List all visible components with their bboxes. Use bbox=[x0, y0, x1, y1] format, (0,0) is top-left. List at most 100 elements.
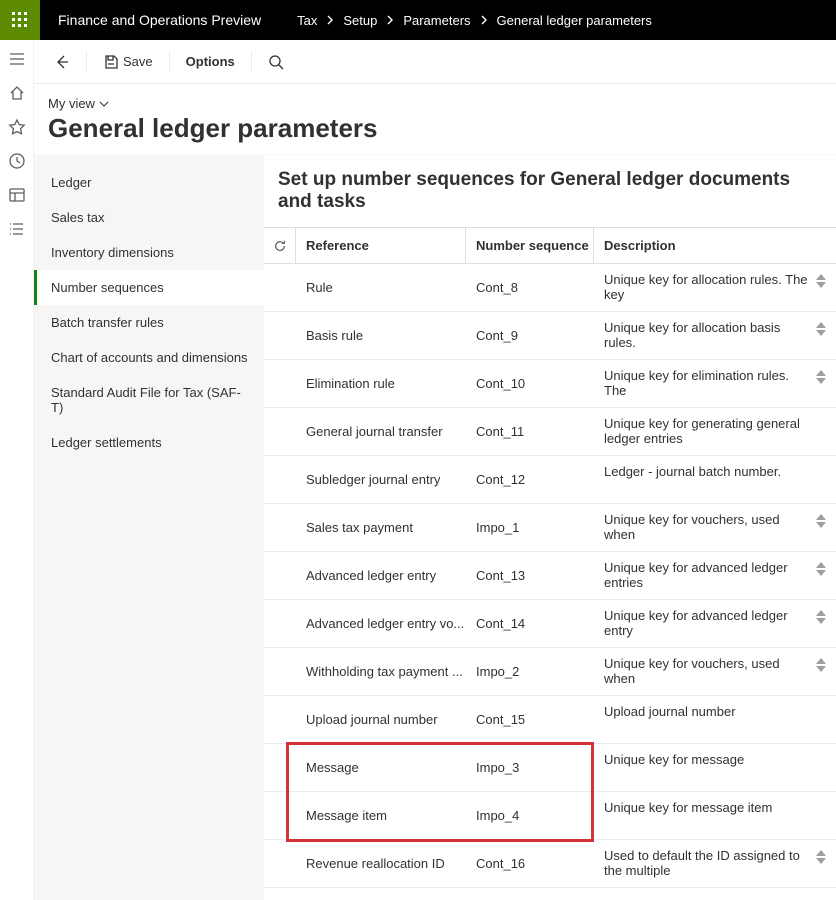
save-icon bbox=[103, 54, 119, 70]
cell-reference: Message item bbox=[296, 792, 466, 839]
table-row[interactable]: Withholding tax payment ...Impo_2Unique … bbox=[264, 648, 836, 696]
cell-number-sequence[interactable]: Impo_2 bbox=[466, 648, 594, 695]
page-title: General ledger parameters bbox=[48, 113, 822, 144]
sidebar-item[interactable]: Number sequences bbox=[34, 270, 264, 305]
row-selector-cell[interactable] bbox=[264, 264, 296, 311]
cell-number-sequence[interactable]: Cont_15 bbox=[466, 696, 594, 743]
refresh-icon bbox=[273, 239, 287, 253]
cell-reference: Advanced ledger entry vo... bbox=[296, 600, 466, 647]
cell-description: Unique key for advanced ledger entries bbox=[594, 552, 836, 599]
cell-number-sequence[interactable]: Cont_14 bbox=[466, 600, 594, 647]
table-row[interactable]: Elimination ruleCont_10Unique key for el… bbox=[264, 360, 836, 408]
chevron-right-icon bbox=[385, 15, 395, 25]
sidebar-item[interactable]: Ledger bbox=[34, 165, 264, 200]
scroll-spinner[interactable] bbox=[816, 320, 826, 336]
table-row[interactable]: Revenue reallocation IDCont_16Used to de… bbox=[264, 840, 836, 888]
app-launcher-button[interactable] bbox=[0, 0, 40, 40]
cell-number-sequence[interactable]: Cont_12 bbox=[466, 456, 594, 503]
row-selector-cell[interactable] bbox=[264, 792, 296, 839]
row-selector-cell[interactable] bbox=[264, 360, 296, 407]
row-selector-cell[interactable] bbox=[264, 456, 296, 503]
refresh-grid-button[interactable] bbox=[264, 228, 296, 263]
column-header-number-sequence[interactable]: Number sequence ... bbox=[466, 228, 594, 263]
save-button[interactable]: Save bbox=[97, 50, 159, 74]
table-row[interactable]: RuleCont_8Unique key for allocation rule… bbox=[264, 264, 836, 312]
scroll-spinner[interactable] bbox=[816, 272, 826, 288]
table-row[interactable]: Subledger journal entryCont_12Ledger - j… bbox=[264, 456, 836, 504]
scroll-spinner[interactable] bbox=[816, 368, 826, 384]
cell-number-sequence[interactable]: Cont_10 bbox=[466, 360, 594, 407]
table-row[interactable]: Basis ruleCont_9Unique key for allocatio… bbox=[264, 312, 836, 360]
chevron-down-icon bbox=[99, 99, 109, 109]
cell-number-sequence[interactable]: Impo_1 bbox=[466, 504, 594, 551]
row-selector-cell[interactable] bbox=[264, 696, 296, 743]
scroll-spinner[interactable] bbox=[816, 848, 826, 864]
scroll-spinner[interactable] bbox=[816, 512, 826, 528]
breadcrumb-item[interactable]: Parameters bbox=[403, 13, 470, 28]
row-selector-cell[interactable] bbox=[264, 312, 296, 359]
back-button[interactable] bbox=[48, 50, 76, 74]
view-picker[interactable]: My view bbox=[48, 96, 109, 111]
row-selector-cell[interactable] bbox=[264, 408, 296, 455]
grid-header: Reference Number sequence ... Descriptio… bbox=[264, 228, 836, 264]
breadcrumb-item[interactable]: Tax bbox=[297, 13, 317, 28]
cell-reference: Elimination rule bbox=[296, 360, 466, 407]
cell-number-sequence[interactable]: Cont_16 bbox=[466, 840, 594, 887]
sidebar-item[interactable]: Batch transfer rules bbox=[34, 305, 264, 340]
row-selector-cell[interactable] bbox=[264, 840, 296, 887]
breadcrumb-item[interactable]: General ledger parameters bbox=[497, 13, 652, 28]
row-selector-cell[interactable] bbox=[264, 504, 296, 551]
home-icon[interactable] bbox=[8, 84, 26, 102]
cell-number-sequence[interactable]: Cont_8 bbox=[466, 264, 594, 311]
action-toolbar: Save Options bbox=[34, 40, 836, 84]
breadcrumb: Tax Setup Parameters General ledger paramet… bbox=[279, 13, 652, 28]
cell-description: Upload journal number bbox=[594, 696, 836, 743]
cell-number-sequence[interactable]: Cont_9 bbox=[466, 312, 594, 359]
cell-number-sequence[interactable]: Cont_11 bbox=[466, 408, 594, 455]
sidebar-item[interactable]: Ledger settlements bbox=[34, 425, 264, 460]
scroll-spinner[interactable] bbox=[816, 560, 826, 576]
table-row[interactable]: MessageImpo_3Unique key for message bbox=[264, 744, 836, 792]
table-row[interactable]: Upload journal numberCont_15Upload journ… bbox=[264, 696, 836, 744]
clock-icon[interactable] bbox=[8, 152, 26, 170]
body-region: LedgerSales taxInventory dimensionsNumbe… bbox=[34, 154, 836, 900]
brand-label: Finance and Operations Preview bbox=[40, 12, 279, 28]
table-row[interactable]: General journal transferCont_11Unique ke… bbox=[264, 408, 836, 456]
cell-description: Unique key for generating general ledger… bbox=[594, 408, 836, 455]
list-icon[interactable] bbox=[8, 220, 26, 238]
star-icon[interactable] bbox=[8, 118, 26, 136]
scroll-spinner[interactable] bbox=[816, 608, 826, 624]
cell-reference: Rule bbox=[296, 264, 466, 311]
row-selector-cell[interactable] bbox=[264, 600, 296, 647]
sidebar-item[interactable]: Sales tax bbox=[34, 200, 264, 235]
sidebar-item[interactable]: Chart of accounts and dimensions bbox=[34, 340, 264, 375]
module-icon[interactable] bbox=[8, 186, 26, 204]
cell-number-sequence[interactable]: Impo_4 bbox=[466, 792, 594, 839]
options-button-label: Options bbox=[186, 54, 235, 69]
page-header: My view General ledger parameters bbox=[34, 84, 836, 154]
separator bbox=[251, 51, 252, 73]
cell-number-sequence[interactable]: Cont_13 bbox=[466, 552, 594, 599]
options-button[interactable]: Options bbox=[180, 50, 241, 73]
cell-description: Unique key for vouchers, used when bbox=[594, 504, 836, 551]
cell-reference: Upload journal number bbox=[296, 696, 466, 743]
column-header-reference[interactable]: Reference bbox=[296, 228, 466, 263]
breadcrumb-item[interactable]: Setup bbox=[343, 13, 377, 28]
sidebar-item[interactable]: Inventory dimensions bbox=[34, 235, 264, 270]
cell-description: Ledger - journal batch number. bbox=[594, 456, 836, 503]
cell-description: Unique key for advanced ledger entry bbox=[594, 600, 836, 647]
column-header-description[interactable]: Description bbox=[594, 228, 836, 263]
row-selector-cell[interactable] bbox=[264, 744, 296, 791]
table-row[interactable]: Sales tax paymentImpo_1Unique key for vo… bbox=[264, 504, 836, 552]
sidebar-item[interactable]: Standard Audit File for Tax (SAF-T) bbox=[34, 375, 264, 425]
table-row[interactable]: Message itemImpo_4Unique key for message… bbox=[264, 792, 836, 840]
row-selector-cell[interactable] bbox=[264, 552, 296, 599]
hamburger-icon[interactable] bbox=[8, 50, 26, 68]
scroll-spinner[interactable] bbox=[816, 656, 826, 672]
row-selector-cell[interactable] bbox=[264, 648, 296, 695]
cell-number-sequence[interactable]: Impo_3 bbox=[466, 744, 594, 791]
table-row[interactable]: Advanced ledger entry vo...Cont_14Unique… bbox=[264, 600, 836, 648]
search-button[interactable] bbox=[262, 50, 290, 74]
topbar: Finance and Operations Preview Tax Setup P… bbox=[0, 0, 836, 40]
table-row[interactable]: Advanced ledger entryCont_13Unique key f… bbox=[264, 552, 836, 600]
